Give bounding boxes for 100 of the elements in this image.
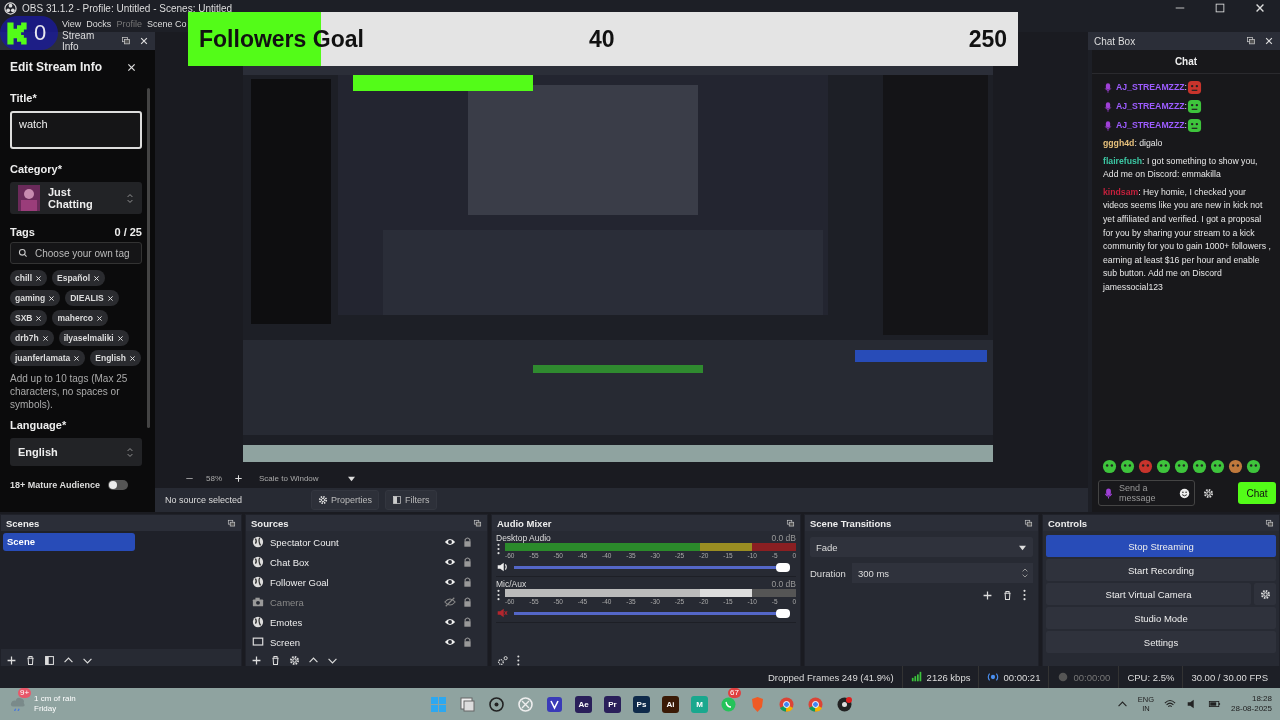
- start-icon[interactable]: [430, 695, 447, 713]
- speaker-icon[interactable]: [496, 561, 508, 573]
- source-name[interactable]: Spectator Count: [270, 536, 438, 548]
- float-icon[interactable]: [786, 518, 795, 528]
- add-icon[interactable]: [982, 589, 993, 601]
- emote-icon[interactable]: [1120, 459, 1135, 474]
- tag-chip[interactable]: DIEALIS: [65, 290, 119, 306]
- float-icon[interactable]: [1246, 36, 1256, 46]
- remove-icon[interactable]: [48, 294, 56, 302]
- send-button[interactable]: Chat: [1238, 482, 1276, 504]
- tag-chip[interactable]: chill: [10, 270, 47, 286]
- tag-chip[interactable]: gaming: [10, 290, 61, 306]
- task-view-icon[interactable]: [459, 695, 476, 713]
- remove-icon[interactable]: [270, 654, 281, 666]
- volume-thumb[interactable]: [776, 562, 790, 572]
- close-icon[interactable]: [126, 61, 137, 73]
- battery-icon[interactable]: [1208, 698, 1222, 710]
- tag-chip[interactable]: maherco: [52, 310, 108, 326]
- control-button[interactable]: Settings: [1046, 631, 1276, 653]
- lock-icon[interactable]: [462, 616, 473, 628]
- eye-slash-icon[interactable]: [444, 596, 456, 608]
- emote-icon[interactable]: [1174, 459, 1189, 474]
- wifi-icon[interactable]: [1164, 698, 1177, 710]
- control-button[interactable]: Start Recording: [1046, 559, 1276, 581]
- eye-icon[interactable]: [444, 576, 456, 588]
- close-icon[interactable]: [139, 36, 149, 46]
- eye-icon[interactable]: [444, 616, 456, 628]
- close-icon[interactable]: [1254, 2, 1266, 14]
- scale-mode-dropdown[interactable]: Scale to Window: [259, 473, 356, 483]
- eye-icon[interactable]: [444, 536, 456, 548]
- settings-icon[interactable]: [289, 654, 300, 666]
- source-name[interactable]: Chat Box: [270, 556, 438, 568]
- remove-icon[interactable]: [116, 334, 124, 342]
- scrollbar[interactable]: [147, 88, 150, 428]
- menu-item[interactable]: Scene Co: [146, 19, 187, 29]
- remove-icon[interactable]: [41, 334, 49, 342]
- zoom-in-icon[interactable]: [234, 473, 243, 483]
- remove-icon[interactable]: [93, 274, 101, 282]
- lock-icon[interactable]: [462, 576, 473, 588]
- float-icon[interactable]: [1265, 518, 1274, 528]
- settings-icon[interactable]: [1203, 487, 1214, 499]
- remove-icon[interactable]: [106, 294, 114, 302]
- maximize-icon[interactable]: [1214, 2, 1226, 14]
- browser-app-icon[interactable]: [807, 695, 824, 713]
- settings-icon[interactable]: [497, 654, 508, 666]
- chat-app-icon[interactable]: [720, 695, 737, 713]
- remove-icon[interactable]: [35, 314, 43, 322]
- clock[interactable]: 18:28 28-08-2025: [1231, 694, 1272, 714]
- volume-slider[interactable]: [514, 611, 790, 615]
- close-icon[interactable]: [1264, 36, 1274, 46]
- settings-button[interactable]: [1254, 583, 1276, 605]
- remove-icon[interactable]: [1002, 589, 1013, 601]
- lock-icon[interactable]: [462, 536, 473, 548]
- category-select[interactable]: Just Chatting: [10, 182, 142, 214]
- properties-button[interactable]: Properties: [311, 490, 380, 510]
- title-field[interactable]: watch: [10, 111, 142, 149]
- volume-thumb[interactable]: [776, 608, 790, 618]
- mature-toggle[interactable]: [107, 480, 128, 490]
- tag-chip[interactable]: SXB: [10, 310, 48, 326]
- source-name[interactable]: Emotes: [270, 616, 438, 628]
- emote-icon[interactable]: [1102, 459, 1117, 474]
- float-icon[interactable]: [121, 36, 131, 46]
- remove-icon[interactable]: [95, 314, 103, 322]
- remove-icon[interactable]: [35, 274, 42, 282]
- control-button[interactable]: Start Virtual Camera: [1046, 583, 1251, 605]
- lock-icon[interactable]: [462, 556, 473, 568]
- filters-button[interactable]: Filters: [385, 490, 437, 510]
- source-name[interactable]: Camera: [270, 596, 438, 608]
- filter-icon[interactable]: [44, 654, 55, 666]
- tag-chip[interactable]: drb7h: [10, 330, 54, 346]
- tag-chip[interactable]: juanferlamata: [10, 350, 86, 366]
- emote-icon[interactable]: [1138, 459, 1153, 474]
- tag-chip[interactable]: Español: [52, 270, 106, 286]
- app-icon[interactable]: Ae: [575, 695, 592, 713]
- menu-item[interactable]: View: [62, 19, 82, 29]
- emote-icon[interactable]: [1156, 459, 1171, 474]
- app-icon[interactable]: Pr: [604, 695, 621, 713]
- add-icon[interactable]: [251, 654, 262, 666]
- remove-icon[interactable]: [25, 654, 36, 666]
- control-button[interactable]: Studio Mode: [1046, 607, 1276, 629]
- emote-icon[interactable]: [1210, 459, 1225, 474]
- browser-app-icon[interactable]: [778, 695, 795, 713]
- language-select[interactable]: English: [10, 438, 142, 466]
- recorder-app-icon[interactable]: [836, 695, 853, 713]
- source-name[interactable]: Screen: [270, 636, 438, 648]
- source-name[interactable]: Follower Goal: [270, 576, 438, 588]
- eye-icon[interactable]: [444, 556, 456, 568]
- eye-icon[interactable]: [444, 636, 456, 648]
- duration-field[interactable]: 300 ms: [851, 563, 1033, 583]
- add-icon[interactable]: [6, 654, 17, 666]
- emote-icon[interactable]: [1192, 459, 1207, 474]
- app-icon[interactable]: Ps: [633, 695, 650, 713]
- transition-select[interactable]: Fade: [810, 537, 1033, 557]
- control-button[interactable]: Stop Streaming: [1046, 535, 1276, 557]
- float-icon[interactable]: [473, 518, 482, 528]
- remove-icon[interactable]: [73, 354, 81, 362]
- circle-app-icon[interactable]: [488, 695, 505, 713]
- emoji-icon[interactable]: [1179, 488, 1190, 499]
- menu-icon[interactable]: [1022, 589, 1027, 601]
- float-icon[interactable]: [227, 518, 236, 528]
